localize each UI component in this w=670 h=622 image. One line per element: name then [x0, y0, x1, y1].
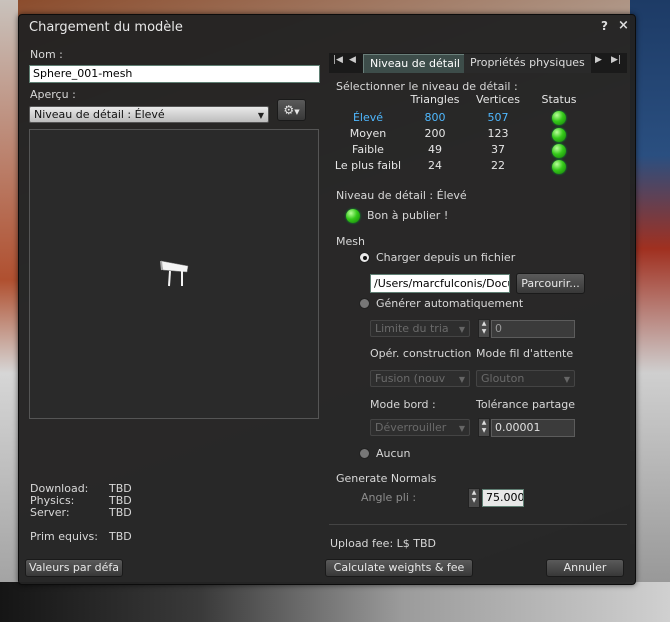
border-mode-select[interactable]: Déverrouiller ▼	[370, 419, 470, 436]
server-label: Server:	[30, 506, 70, 519]
share-tolerance-field[interactable]: 0.00001	[491, 419, 575, 437]
build-operation-select-value: Fusion (nouv	[375, 372, 446, 385]
queue-mode-label: Mode fil d'attente	[476, 347, 574, 360]
none-radio[interactable]	[359, 448, 370, 459]
triangles-header: Triangles	[410, 93, 460, 106]
chevron-down-icon: ▼	[257, 111, 264, 120]
lod-row-high-name[interactable]: Élevé	[337, 111, 399, 124]
lod-row-low-vertices: 37	[491, 143, 505, 156]
name-label: Nom :	[30, 48, 63, 61]
spin-up-icon: ▲	[481, 320, 487, 327]
lod-row-high-status-icon	[552, 111, 566, 125]
chevron-down-icon: ▼	[458, 375, 465, 384]
browse-button[interactable]: Parcourir...	[516, 273, 585, 294]
preview-lod-select[interactable]: Niveau de détail : Élevé ▼	[29, 106, 269, 123]
status-header: Status	[541, 93, 577, 106]
ready-status-text: Bon à publier !	[367, 209, 449, 222]
model-preview-viewport[interactable]	[29, 129, 319, 419]
calculate-weights-button[interactable]: Calculate weights & fee	[325, 559, 473, 577]
load-from-file-label: Charger depuis un fichier	[376, 251, 516, 264]
server-value: TBD	[109, 506, 132, 519]
lod-row-lowest-name[interactable]: Le plus faibl	[333, 159, 403, 172]
lod-row-medium-status-icon	[552, 128, 566, 142]
lod-row-low-triangles: 49	[428, 143, 442, 156]
triangle-limit-spinner[interactable]: ▲ ▼	[478, 319, 490, 338]
preview-options-button[interactable]: ⚙▼	[277, 99, 306, 121]
queue-mode-select[interactable]: Glouton ▼	[476, 370, 575, 387]
title-bar[interactable]: Chargement du modèle ? ×	[19, 15, 635, 41]
triangle-limit-select-value: Limite du tria	[375, 322, 449, 335]
divider	[329, 524, 627, 525]
file-path-field[interactable]: /Users/marcfulconis/Docu	[370, 274, 510, 293]
tab-bar: |◀ ◀ Niveau de détail Propriétés physiqu…	[329, 53, 627, 73]
lod-row-medium-triangles: 200	[424, 127, 446, 140]
load-from-file-radio[interactable]	[359, 252, 370, 263]
chevron-down-icon: ▼	[458, 325, 465, 334]
upload-fee-text: Upload fee: L$ TBD	[330, 537, 437, 550]
defaults-button[interactable]: Valeurs par défa	[25, 559, 123, 577]
caret-down-icon: ▼	[294, 108, 300, 116]
spin-up-icon: ▲	[471, 489, 477, 496]
lod-row-medium-vertices: 123	[487, 127, 509, 140]
prim-equivs-label: Prim equivs:	[30, 530, 98, 543]
border-mode-label: Mode bord :	[370, 398, 436, 411]
generate-normals-label: Generate Normals	[336, 472, 437, 485]
triangle-limit-field[interactable]: 0	[491, 320, 575, 338]
lod-current-label: Niveau de détail : Élevé	[336, 189, 467, 202]
lod-row-lowest-vertices: 22	[491, 159, 505, 172]
spin-down-icon: ▼	[481, 328, 487, 335]
crease-angle-field[interactable]: 75.000	[482, 489, 524, 507]
share-tolerance-label: Tolérance partage	[476, 398, 575, 411]
preview-lod-select-value: Niveau de détail : Élevé	[34, 108, 165, 121]
spin-down-icon: ▼	[471, 497, 477, 504]
lod-row-low-status-icon	[552, 144, 566, 158]
close-icon[interactable]: ×	[618, 18, 629, 33]
border-mode-select-value: Déverrouiller	[375, 421, 447, 434]
chevron-down-icon: ▼	[563, 375, 570, 384]
lod-row-lowest-status-icon	[552, 160, 566, 174]
triangle-limit-select[interactable]: Limite du tria ▼	[370, 320, 470, 337]
lod-row-low-name[interactable]: Faible	[337, 143, 399, 156]
name-field[interactable]: Sphere_001-mesh	[29, 65, 320, 83]
lod-row-medium-name[interactable]: Moyen	[337, 127, 399, 140]
gear-icon: ⚙	[283, 103, 295, 117]
first-tab-icon[interactable]: |◀	[333, 55, 343, 65]
last-tab-icon[interactable]: ▶|	[611, 55, 621, 65]
spin-up-icon: ▲	[481, 419, 487, 426]
none-label: Aucun	[376, 447, 411, 460]
generate-auto-label: Générer automatiquement	[376, 297, 524, 310]
prev-tab-icon[interactable]: ◀	[349, 55, 356, 65]
lod-row-high-vertices: 507	[487, 111, 509, 124]
mesh-section-label: Mesh	[336, 235, 365, 248]
spin-down-icon: ▼	[481, 427, 487, 434]
model-upload-window: Chargement du modèle ? × Nom : Sphere_00…	[18, 14, 636, 585]
build-operation-select[interactable]: Fusion (nouv ▼	[370, 370, 470, 387]
cancel-button[interactable]: Annuler	[546, 559, 624, 577]
help-icon[interactable]: ?	[601, 19, 608, 33]
tab-lod[interactable]: Niveau de détail	[363, 54, 467, 73]
background-bottom	[0, 582, 670, 622]
lod-select-label: Sélectionner le niveau de détail :	[336, 80, 518, 93]
vertices-header: Vertices	[476, 93, 520, 106]
chair-model-icon	[160, 260, 189, 287]
queue-mode-select-value: Glouton	[481, 372, 525, 385]
generate-auto-radio[interactable]	[359, 298, 370, 309]
chevron-down-icon: ▼	[458, 424, 465, 433]
lod-row-high-triangles: 800	[424, 111, 446, 124]
window-title: Chargement du modèle	[29, 20, 183, 35]
next-tab-icon[interactable]: ▶	[595, 55, 602, 65]
crease-angle-label: Angle pli :	[361, 491, 417, 504]
background-left	[0, 0, 18, 622]
share-tolerance-spinner[interactable]: ▲ ▼	[478, 418, 490, 437]
build-operation-label: Opér. construction	[370, 347, 472, 360]
lod-row-lowest-triangles: 24	[428, 159, 442, 172]
background-right	[630, 0, 670, 622]
mesh-preview	[160, 260, 189, 287]
crease-angle-spinner[interactable]: ▲ ▼	[468, 488, 480, 508]
tab-physics[interactable]: Propriétés physiques	[464, 54, 591, 73]
prim-equivs-value: TBD	[109, 530, 132, 543]
ready-status-icon	[346, 209, 360, 223]
preview-label: Aperçu :	[30, 88, 76, 101]
